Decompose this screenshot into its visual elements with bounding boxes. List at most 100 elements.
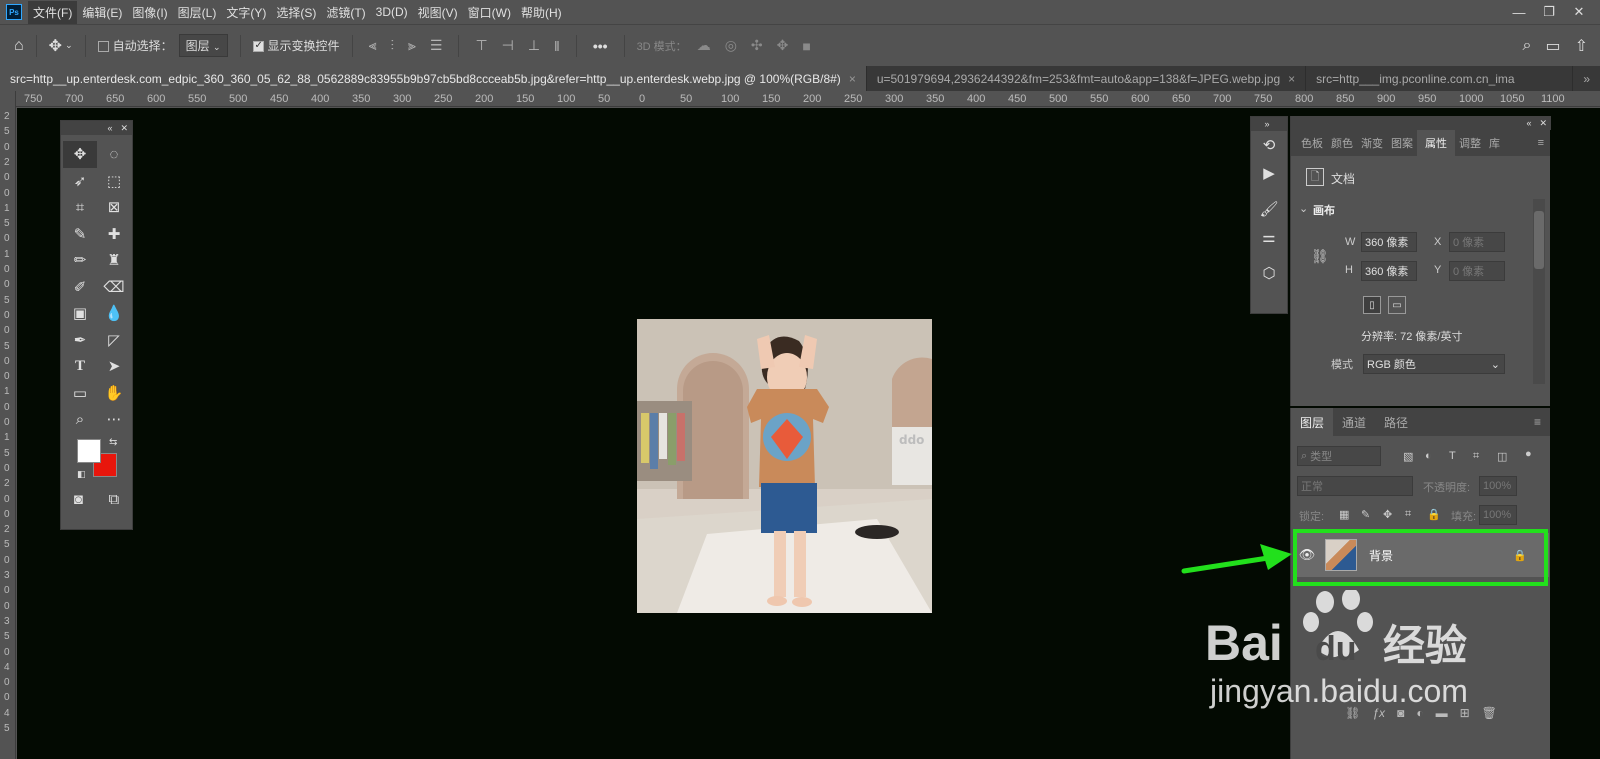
history-panel-icon[interactable]: ⟲ bbox=[1251, 131, 1287, 159]
align-top-icon[interactable]: ⊤ bbox=[471, 37, 491, 54]
healing-brush-tool-icon[interactable]: ✚ bbox=[97, 221, 131, 248]
tab-paths[interactable]: 路径 bbox=[1375, 408, 1417, 436]
collapse-icon[interactable]: « bbox=[1526, 118, 1531, 128]
drag-3d-icon[interactable]: ✣ bbox=[747, 37, 767, 54]
menu-help[interactable]: 帮助(H) bbox=[516, 1, 567, 24]
new-group-icon[interactable]: ▬ bbox=[1436, 706, 1448, 726]
close-tab-icon[interactable]: × bbox=[849, 72, 856, 86]
filter-pixel-icon[interactable]: ▧ bbox=[1403, 450, 1413, 463]
ellipse-marquee-tool-icon[interactable]: ◌ bbox=[97, 141, 131, 168]
close-tab-icon[interactable]: × bbox=[1288, 72, 1295, 86]
tab-libraries[interactable]: 库 bbox=[1485, 135, 1504, 151]
frame-tool-icon[interactable]: ⊠ bbox=[97, 194, 131, 221]
fill-field[interactable]: 100% bbox=[1479, 505, 1517, 525]
stamp-tool-icon[interactable]: ♜ bbox=[97, 247, 131, 274]
fx-icon[interactable]: ƒx bbox=[1372, 706, 1385, 726]
pen-tool-icon[interactable]: ✒ bbox=[63, 327, 97, 354]
direct-select-tool-icon[interactable]: ➤ bbox=[97, 353, 131, 380]
menu-window[interactable]: 窗口(W) bbox=[463, 1, 516, 24]
document-tab[interactable]: src=http___img.pconline.com.cn_ima bbox=[1306, 66, 1574, 91]
align-bottom-icon[interactable]: ⊥ bbox=[524, 37, 544, 54]
more-options-icon[interactable]: ••• bbox=[589, 38, 612, 54]
tab-layers[interactable]: 图层 bbox=[1291, 408, 1334, 436]
more-tools-icon[interactable]: ⋯ bbox=[97, 406, 131, 433]
lock-artboard-icon[interactable]: ⌗ bbox=[1405, 508, 1411, 521]
layer-filter-dropdown[interactable]: ⌕ 类型 bbox=[1297, 446, 1381, 466]
menu-filter[interactable]: 滤镜(T) bbox=[321, 1, 370, 24]
align-middle-icon[interactable]: ⊣ bbox=[498, 37, 518, 54]
panel-menu-icon[interactable]: ≡ bbox=[1534, 137, 1550, 149]
menu-layer[interactable]: 图层(L) bbox=[173, 1, 222, 24]
type-tool-icon[interactable]: T bbox=[63, 353, 97, 380]
panel-menu-icon[interactable]: ≡ bbox=[1525, 408, 1550, 436]
opacity-field[interactable]: 100% bbox=[1479, 476, 1517, 496]
tab-channels[interactable]: 通道 bbox=[1333, 408, 1375, 436]
swap-colors-icon[interactable]: ⇆ bbox=[109, 437, 117, 448]
link-icon[interactable]: ⛓ bbox=[1311, 248, 1329, 265]
filter-type-icon[interactable]: T bbox=[1449, 450, 1456, 462]
tab-overflow-button[interactable]: » bbox=[1573, 66, 1600, 91]
menu-type[interactable]: 文字(Y) bbox=[221, 1, 271, 24]
menu-3d[interactable]: 3D(D) bbox=[371, 2, 413, 22]
tab-pattern[interactable]: 图案 bbox=[1387, 135, 1417, 151]
crop-tool-icon[interactable]: ⌗ bbox=[63, 194, 97, 221]
orbit-3d-icon[interactable]: ☁ bbox=[693, 37, 715, 54]
share-icon[interactable]: ⇧ bbox=[1575, 36, 1588, 56]
tab-adjustments[interactable]: 调整 bbox=[1455, 135, 1485, 151]
history-brush-tool-icon[interactable]: ✐ bbox=[63, 274, 97, 301]
width-field[interactable]: 360 像素 bbox=[1361, 232, 1417, 252]
filter-smart-icon[interactable]: ◫ bbox=[1497, 450, 1507, 463]
auto-select-checkbox[interactable]: 自动选择： bbox=[97, 37, 173, 54]
gradient-tool-icon[interactable]: ▣ bbox=[63, 300, 97, 327]
panel-header[interactable]: «✕ bbox=[1291, 116, 1551, 130]
minimize-button[interactable]: — bbox=[1508, 3, 1530, 21]
blur-tool-icon[interactable]: 💧 bbox=[97, 300, 131, 327]
adjustments-panel-icon[interactable]: ⚌ bbox=[1251, 223, 1287, 251]
show-transform-checkbox[interactable]: 显示变换控件 bbox=[252, 37, 340, 54]
auto-select-dropdown[interactable]: 图层 ⌄ bbox=[178, 34, 228, 57]
height-field[interactable]: 360 像素 bbox=[1361, 261, 1417, 281]
search-icon[interactable]: ⌕ bbox=[1523, 37, 1532, 55]
move-tool-icon[interactable]: ✥ bbox=[63, 141, 97, 168]
eyedropper-tool-icon[interactable]: ✎ bbox=[63, 221, 97, 248]
align-left-icon[interactable]: ⫷ bbox=[365, 37, 381, 54]
delete-layer-icon[interactable]: 🗑 bbox=[1482, 706, 1497, 726]
strip-header[interactable]: » bbox=[1251, 117, 1287, 131]
horizontal-ruler[interactable]: 750 700 650 600 550 500 450 400 350 300 250 200 150 1… bbox=[16, 91, 1600, 107]
path-select-tool-icon[interactable]: ◸ bbox=[97, 327, 131, 354]
tab-gradient[interactable]: 渐变 bbox=[1357, 135, 1387, 151]
scrollbar-thumb[interactable] bbox=[1534, 211, 1544, 269]
filter-adjustment-icon[interactable]: ◐ bbox=[1425, 450, 1432, 462]
collapse-icon[interactable]: « bbox=[107, 123, 112, 133]
brushes-panel-icon[interactable]: 🖌 bbox=[1251, 195, 1287, 223]
document-tab[interactable]: src=http__up.enterdesk.com_edpic_360_360… bbox=[0, 66, 867, 91]
document-image[interactable]: ddo bbox=[637, 319, 932, 613]
filter-toggle-icon[interactable]: ● bbox=[1525, 448, 1532, 460]
lock-position-icon[interactable]: ✥ bbox=[1383, 508, 1392, 521]
landscape-orientation-button[interactable]: ▭ bbox=[1388, 296, 1406, 314]
rectangle-tool-icon[interactable]: ▭ bbox=[63, 380, 97, 407]
add-mask-icon[interactable]: ◙ bbox=[1397, 706, 1404, 726]
mode-dropdown[interactable]: RGB 颜色 ⌄ bbox=[1363, 354, 1505, 374]
tab-properties[interactable]: 属性 bbox=[1417, 130, 1455, 156]
object-select-tool-icon[interactable]: ⬚ bbox=[97, 168, 131, 195]
close-panel-icon[interactable]: ✕ bbox=[1539, 118, 1547, 129]
workspace-icon[interactable]: ▭ bbox=[1545, 36, 1560, 56]
hand-tool-icon[interactable]: ✋ bbox=[97, 380, 131, 407]
filter-shape-icon[interactable]: ⌗ bbox=[1473, 450, 1479, 463]
default-colors-icon[interactable]: ◧ bbox=[77, 469, 86, 480]
new-layer-icon[interactable]: ⊞ bbox=[1460, 706, 1470, 726]
lasso-tool-icon[interactable]: ➶ bbox=[63, 168, 97, 195]
restore-button[interactable]: ❐ bbox=[1538, 3, 1560, 21]
3d-panel-icon[interactable]: ⬡ bbox=[1251, 259, 1287, 287]
eraser-tool-icon[interactable]: ⌫ bbox=[97, 274, 131, 301]
zoom-tool-icon[interactable]: ⌕ bbox=[63, 406, 97, 433]
close-window-button[interactable]: ✕ bbox=[1568, 3, 1590, 21]
home-icon[interactable]: ⌂ bbox=[14, 37, 24, 55]
y-field[interactable]: 0 像素 bbox=[1449, 261, 1505, 281]
adjustment-layer-icon[interactable]: ◐ bbox=[1416, 706, 1423, 726]
align-center-icon[interactable]: ⫶ bbox=[386, 37, 398, 54]
menu-view[interactable]: 视图(V) bbox=[413, 1, 463, 24]
close-panel-icon[interactable]: ✕ bbox=[120, 123, 128, 134]
expand-icon[interactable]: » bbox=[1264, 119, 1269, 129]
